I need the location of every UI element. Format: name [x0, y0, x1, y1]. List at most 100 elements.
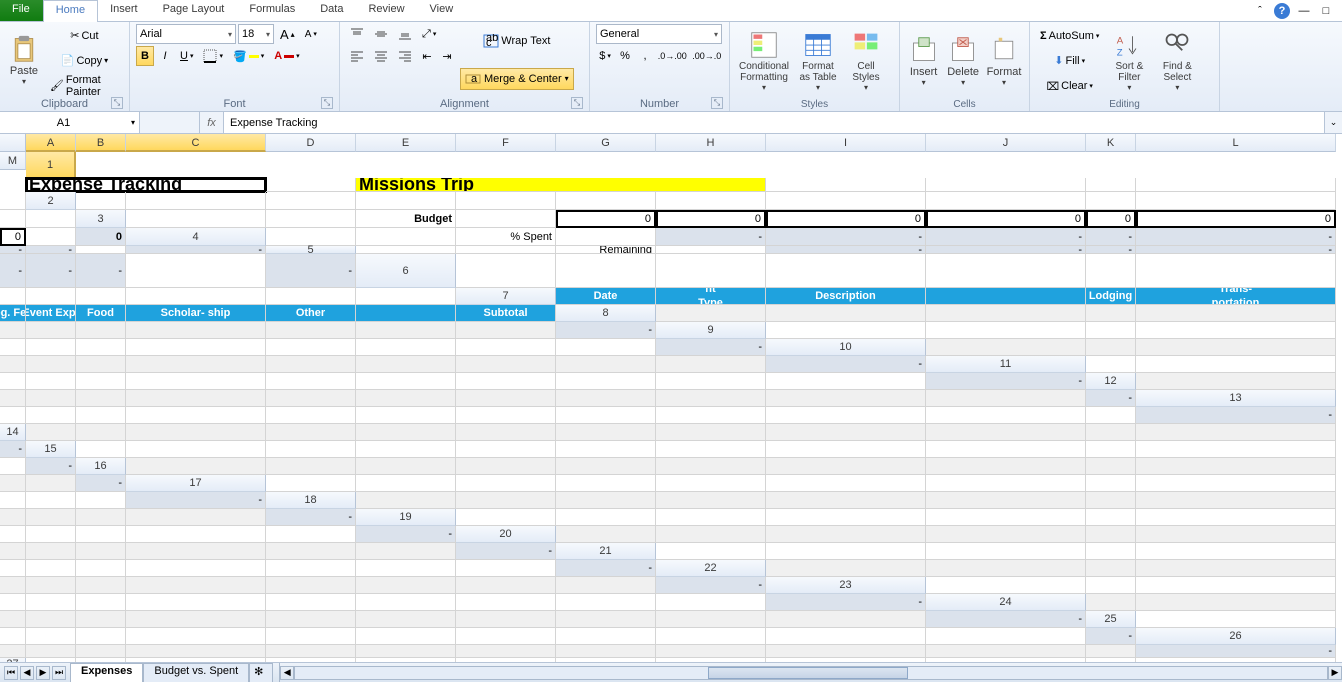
row-header-24[interactable]: 24 [926, 594, 1086, 611]
grow-font-button[interactable]: A▴ [276, 24, 299, 44]
row-header-2[interactable]: 2 [26, 192, 76, 210]
row-header-21[interactable]: 21 [556, 543, 656, 560]
tab-formulas[interactable]: Formulas [237, 0, 308, 21]
tab-view[interactable]: View [418, 0, 467, 21]
italic-button[interactable]: I [156, 46, 174, 66]
align-bottom-button[interactable] [394, 24, 416, 44]
decrease-indent-button[interactable]: ⇤ [418, 46, 436, 66]
fill-color-button[interactable]: 🪣▾ [229, 46, 268, 66]
underline-button[interactable]: U▾ [176, 46, 197, 66]
bold-button[interactable]: B [136, 46, 154, 66]
scroll-right-icon[interactable]: ▶ [1328, 666, 1342, 680]
row-header-22[interactable]: 22 [656, 560, 766, 577]
row-header-16[interactable]: 16 [76, 458, 126, 475]
row-header-23[interactable]: 23 [766, 577, 926, 594]
row-header-5[interactable]: 5 [266, 246, 356, 254]
row-header-18[interactable]: 18 [266, 492, 356, 509]
col-header-I[interactable]: I [766, 134, 926, 152]
col-header-B[interactable]: B [76, 134, 126, 152]
align-middle-button[interactable] [370, 24, 392, 44]
fill-button[interactable]: ⬇Fill▾ [1036, 51, 1103, 71]
col-header-M[interactable]: M [0, 152, 26, 170]
increase-indent-button[interactable]: ⇥ [438, 46, 456, 66]
next-sheet-icon[interactable]: ▶ [36, 666, 50, 680]
find-select-button[interactable]: Find & Select▾ [1155, 24, 1199, 98]
col-header-D[interactable]: D [266, 134, 356, 152]
cut-button[interactable]: ✂Cut [46, 26, 123, 46]
cell-styles-button[interactable]: Cell Styles▾ [844, 24, 888, 98]
col-header-L[interactable]: L [1136, 134, 1336, 152]
clipboard-launcher[interactable]: ⤡ [111, 97, 123, 109]
paste-button[interactable]: Paste▾ [6, 24, 42, 97]
percent-button[interactable]: % [616, 46, 634, 66]
first-sheet-icon[interactable]: ⏮ [4, 666, 18, 680]
col-header-J[interactable]: J [926, 134, 1086, 152]
wrap-text-button[interactable]: abcWrap Text [460, 31, 574, 51]
scroll-thumb[interactable] [708, 667, 908, 679]
row-header-11[interactable]: 11 [926, 356, 1086, 373]
merge-center-button[interactable]: aMerge & Center▾ [460, 68, 574, 90]
expand-formula-icon[interactable]: ⌄ [1324, 112, 1342, 133]
autosum-button[interactable]: ΣAutoSum▾ [1036, 26, 1103, 46]
currency-button[interactable]: $▾ [596, 46, 614, 66]
window-restore-icon[interactable]: □ [1318, 3, 1334, 19]
row-header-10[interactable]: 10 [766, 339, 926, 356]
ribbon-minimize-icon[interactable]: ˆ [1252, 3, 1268, 19]
sheet-nav[interactable]: ⏮ ◀ ▶ ⏭ [0, 663, 70, 682]
col-header-H[interactable]: H [656, 134, 766, 152]
tab-home[interactable]: Home [43, 0, 98, 22]
row-header-3[interactable]: 3 [76, 210, 126, 228]
row-header-1[interactable]: 1 [26, 152, 76, 178]
align-center-button[interactable] [370, 46, 392, 66]
fx-icon[interactable]: fx [200, 112, 224, 133]
tab-file[interactable]: File [0, 0, 43, 21]
formula-input[interactable] [224, 112, 1324, 133]
col-header-E[interactable]: E [356, 134, 456, 152]
shrink-font-button[interactable]: A▾ [301, 24, 321, 44]
row-header-20[interactable]: 20 [456, 526, 556, 543]
col-header-C[interactable]: C [126, 134, 266, 152]
tab-review[interactable]: Review [356, 0, 417, 21]
tab-insert[interactable]: Insert [98, 0, 151, 21]
sort-filter-button[interactable]: AZSort & Filter▾ [1107, 24, 1151, 98]
number-format-combo[interactable]: General▾ [596, 24, 722, 44]
row-header-9[interactable]: 9 [656, 322, 766, 339]
font-color-button[interactable]: A▾ [270, 46, 303, 66]
tab-data[interactable]: Data [308, 0, 356, 21]
orientation-button[interactable]: ⤢▾ [418, 24, 440, 44]
row-header-4[interactable]: 4 [126, 228, 266, 246]
row-header-8[interactable]: 8 [556, 305, 656, 322]
border-button[interactable]: ▾ [199, 46, 227, 66]
delete-cells-button[interactable]: Delete▾ [945, 24, 981, 98]
conditional-formatting-button[interactable]: Conditional Formatting▾ [736, 24, 792, 98]
last-sheet-icon[interactable]: ⏭ [52, 666, 66, 680]
new-sheet-button[interactable]: ✻ [249, 663, 273, 682]
sheet-tab-budget[interactable]: Budget vs. Spent [143, 663, 249, 682]
align-right-button[interactable] [394, 46, 416, 66]
row-header-14[interactable]: 14 [0, 424, 26, 441]
col-header-G[interactable]: G [556, 134, 656, 152]
alignment-launcher[interactable]: ⤡ [571, 97, 583, 109]
clear-button[interactable]: ⌧Clear▾ [1036, 76, 1103, 96]
format-as-table-button[interactable]: Format as Table▾ [796, 24, 840, 98]
row-header-26[interactable]: 26 [1136, 628, 1336, 645]
horizontal-scrollbar[interactable]: ◀ ▶ [279, 663, 1342, 682]
col-header-K[interactable]: K [1086, 134, 1136, 152]
align-left-button[interactable] [346, 46, 368, 66]
increase-decimal-button[interactable]: .0→.00 [656, 46, 689, 66]
scroll-left-icon[interactable]: ◀ [280, 666, 294, 680]
font-name-combo[interactable]: Arial▾ [136, 24, 236, 44]
row-header-6[interactable]: 6 [356, 254, 456, 288]
col-header-F[interactable]: F [456, 134, 556, 152]
row-header-25[interactable]: 25 [1086, 611, 1136, 628]
comma-button[interactable]: , [636, 46, 654, 66]
insert-cells-button[interactable]: Insert▾ [906, 24, 941, 98]
row-header-13[interactable]: 13 [1136, 390, 1336, 407]
name-box[interactable]: ▾ [0, 112, 140, 133]
col-header-A[interactable]: A [26, 134, 76, 152]
help-icon[interactable]: ? [1274, 3, 1290, 19]
spreadsheet-grid[interactable]: ABCDEFGHIJKLM1Expense TrackingMissions T… [0, 134, 1342, 662]
copy-button[interactable]: 📄Copy▾ [46, 51, 123, 71]
format-painter-button[interactable]: 🖌Format Painter [46, 76, 123, 96]
sheet-tab-expenses[interactable]: Expenses [70, 663, 143, 682]
